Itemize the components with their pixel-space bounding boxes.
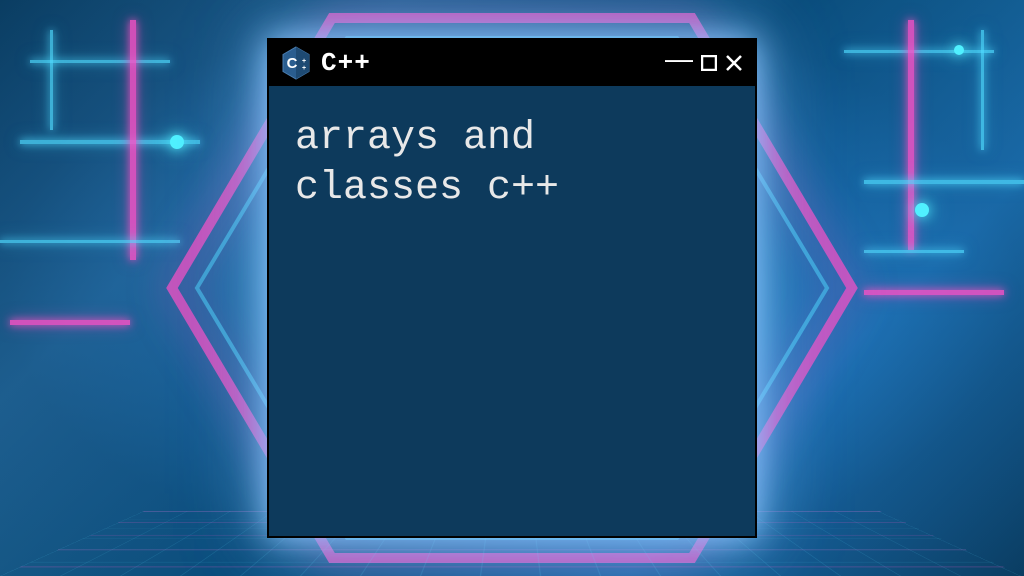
circuit-line: [50, 30, 53, 130]
circuit-line: [864, 290, 1004, 295]
terminal-body[interactable]: arrays and classes c++: [269, 86, 755, 536]
titlebar[interactable]: C + + C++ —: [269, 40, 755, 86]
terminal-window: C + + C++ — arrays and classes c++: [267, 38, 757, 538]
window-controls: —: [665, 54, 743, 72]
glow-dot: [915, 203, 929, 217]
close-button[interactable]: [725, 54, 743, 72]
circuit-line: [10, 320, 130, 325]
circuit-line: [908, 20, 914, 250]
svg-text:C: C: [287, 55, 298, 72]
circuit-line: [864, 250, 964, 253]
window-title: C++: [321, 48, 655, 78]
cpp-logo-icon: C + +: [281, 46, 311, 80]
circuit-line: [981, 30, 984, 150]
svg-text:+: +: [302, 58, 306, 65]
terminal-content: arrays and classes c++: [295, 114, 729, 214]
maximize-button[interactable]: [701, 55, 717, 71]
circuit-line: [864, 180, 1024, 184]
minimize-button[interactable]: —: [665, 54, 693, 64]
glow-dot: [954, 45, 964, 55]
svg-text:+: +: [302, 65, 306, 72]
circuit-line: [130, 20, 136, 260]
